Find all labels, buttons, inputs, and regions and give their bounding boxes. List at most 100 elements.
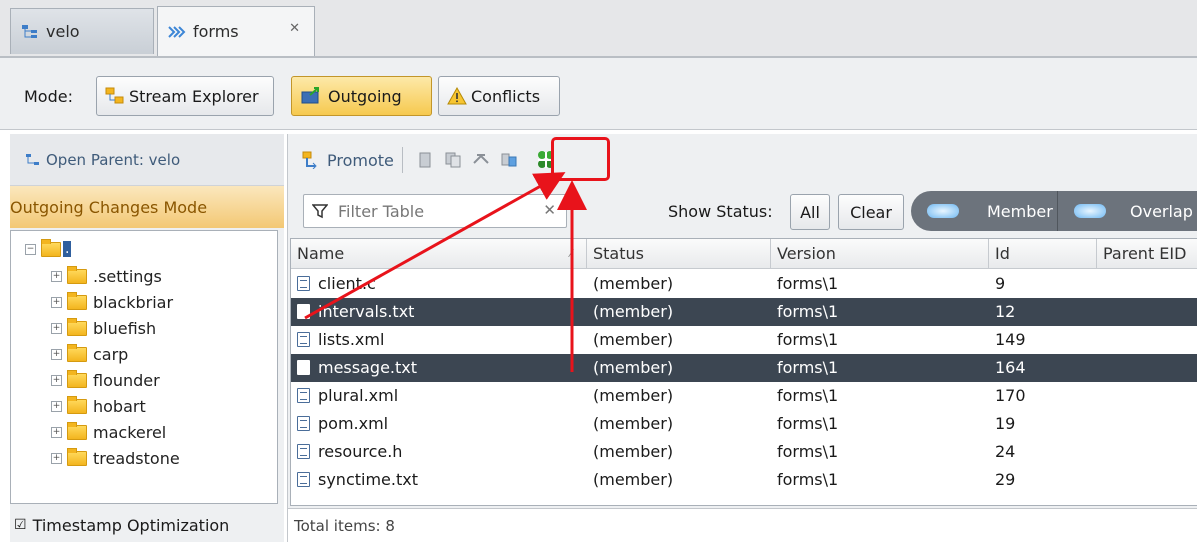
column-header-id[interactable]: Id bbox=[989, 239, 1097, 269]
clear-label: Clear bbox=[850, 202, 892, 222]
filter-placeholder: Filter Table bbox=[338, 201, 425, 221]
open-parent-button[interactable]: Open Parent: velo bbox=[10, 134, 284, 186]
folder-icon bbox=[67, 422, 87, 440]
cell-text: forms\1 bbox=[777, 358, 839, 377]
overlap-toggle[interactable]: Overlap bbox=[1058, 191, 1197, 231]
checkbox-icon[interactable]: ☑ bbox=[14, 517, 27, 533]
promote-button[interactable]: Promote bbox=[302, 151, 394, 170]
cell-name: message.txt bbox=[291, 354, 587, 382]
tree-root[interactable]: − . bbox=[25, 238, 72, 257]
cell-text: 29 bbox=[995, 470, 1016, 489]
cell-text: intervals.txt bbox=[318, 302, 415, 321]
cell-text: client.c bbox=[318, 274, 376, 293]
tree-item-carp[interactable]: + carp bbox=[51, 344, 128, 364]
column-header-name[interactable]: Name ⁄ bbox=[291, 239, 587, 269]
cell-status: (member) bbox=[587, 270, 771, 298]
collapse-icon[interactable]: − bbox=[25, 243, 36, 255]
expand-icon[interactable]: + bbox=[51, 297, 62, 308]
toolbar: Promote bbox=[288, 134, 1197, 186]
column-header-parent-eid[interactable]: Parent EID bbox=[1097, 239, 1197, 269]
tree-item-mackerel[interactable]: + mackerel bbox=[51, 422, 166, 442]
file-icon bbox=[297, 360, 310, 375]
tree-item-hobart[interactable]: + hobart bbox=[51, 396, 146, 416]
tree-item-settings[interactable]: + .settings bbox=[51, 266, 162, 286]
clear-filter-icon[interactable]: ✕ bbox=[543, 201, 556, 219]
expand-icon[interactable]: + bbox=[51, 453, 62, 464]
file-icon bbox=[297, 472, 310, 487]
table-row[interactable]: message.txt (member) forms\1 164 bbox=[291, 354, 1197, 382]
tree-item-label: hobart bbox=[93, 397, 146, 416]
cell-name: synctime.txt bbox=[291, 466, 587, 494]
all-button[interactable]: All bbox=[790, 194, 830, 230]
table-row[interactable]: resource.h (member) forms\1 24 bbox=[291, 438, 1197, 466]
expand-icon[interactable]: + bbox=[51, 323, 62, 334]
mode-label: Mode: bbox=[24, 87, 73, 106]
tab-forms[interactable]: forms ✕ bbox=[157, 6, 315, 56]
close-icon[interactable]: ✕ bbox=[289, 21, 300, 36]
table-row[interactable]: plural.xml (member) forms\1 170 bbox=[291, 382, 1197, 410]
status-toggle-group: Member Overlap bbox=[911, 191, 1197, 231]
cell-text: (member) bbox=[593, 470, 674, 489]
cell-text: 164 bbox=[995, 358, 1026, 377]
table-row[interactable]: client.c (member) forms\1 9 bbox=[291, 270, 1197, 298]
cell-text: plural.xml bbox=[318, 386, 399, 405]
outgoing-button[interactable]: Outgoing bbox=[291, 76, 432, 116]
cell-text: 24 bbox=[995, 442, 1016, 461]
diff-icon[interactable] bbox=[500, 151, 518, 169]
total-items-label: Total items: 8 bbox=[294, 516, 395, 535]
cell-text: (member) bbox=[593, 274, 674, 293]
expand-icon[interactable]: + bbox=[51, 349, 62, 360]
filter-input[interactable]: Filter Table ✕ bbox=[303, 194, 567, 228]
stream-explorer-button[interactable]: Stream Explorer bbox=[96, 76, 274, 116]
tree-item-bluefish[interactable]: + bluefish bbox=[51, 318, 156, 338]
clear-button[interactable]: Clear bbox=[838, 194, 904, 230]
tab-forms-label: forms bbox=[193, 22, 239, 41]
file-icon bbox=[297, 416, 310, 431]
expand-icon[interactable]: + bbox=[51, 427, 62, 438]
table-row[interactable]: intervals.txt (member) forms\1 12 bbox=[291, 298, 1197, 326]
tab-velo[interactable]: velo bbox=[10, 8, 154, 54]
toolbar-separator bbox=[401, 147, 403, 173]
tree-item-treadstone[interactable]: + treadstone bbox=[51, 448, 180, 468]
cell-status: (member) bbox=[587, 298, 771, 326]
tree-item-flounder[interactable]: + flounder bbox=[51, 370, 160, 390]
tree-item-blackbriar[interactable]: + blackbriar bbox=[51, 292, 173, 312]
promote-icon bbox=[302, 151, 317, 169]
member-label: Member bbox=[987, 201, 1053, 221]
workspace-icon bbox=[168, 25, 186, 38]
outgoing-label: Outgoing bbox=[328, 86, 402, 106]
left-pane: Open Parent: velo Outgoing Changes Mode … bbox=[10, 134, 284, 542]
table-row[interactable]: synctime.txt (member) forms\1 29 bbox=[291, 466, 1197, 494]
folder-icon bbox=[67, 396, 87, 414]
conflicts-button[interactable]: Conflicts bbox=[438, 76, 560, 116]
expand-icon[interactable]: + bbox=[51, 401, 62, 412]
table-row[interactable]: pom.xml (member) forms\1 19 bbox=[291, 410, 1197, 438]
folder-tree: − . + .settings + blackbriar + bluefish … bbox=[10, 230, 278, 504]
cell-id: 164 bbox=[989, 354, 1097, 382]
root-folder-icon bbox=[41, 238, 61, 257]
expand-icon[interactable]: + bbox=[51, 375, 62, 386]
sort-icon: ⁄ bbox=[570, 247, 572, 260]
document-icon[interactable] bbox=[416, 151, 434, 169]
history-icon[interactable] bbox=[472, 151, 490, 169]
cell-id: 29 bbox=[989, 466, 1097, 494]
file-icon bbox=[297, 304, 310, 319]
column-header-version[interactable]: Version bbox=[771, 239, 989, 269]
right-pane: Promote Filter Table ✕ Show Status: All … bbox=[287, 134, 1197, 542]
tree-item-label: treadstone bbox=[93, 449, 180, 468]
table-row[interactable]: lists.xml (member) forms\1 149 bbox=[291, 326, 1197, 354]
copy-icon[interactable] bbox=[444, 151, 462, 169]
timestamp-optimization-toggle[interactable]: ☑ Timestamp Optimization bbox=[10, 508, 284, 542]
cell-text: pom.xml bbox=[318, 414, 389, 433]
file-table: Name ⁄ Status Version Id Parent EID clie… bbox=[290, 238, 1197, 506]
expand-icon[interactable]: + bbox=[51, 271, 62, 282]
timestamp-optimization-label: Timestamp Optimization bbox=[32, 515, 230, 535]
filter-bar: Filter Table ✕ Show Status: All Clear Me… bbox=[288, 186, 1197, 236]
column-header-status[interactable]: Status bbox=[587, 239, 771, 269]
column-header-label: Parent EID bbox=[1103, 244, 1187, 263]
parent-stream-icon bbox=[26, 153, 39, 165]
column-header-label: Version bbox=[777, 244, 836, 263]
toggle-indicator-icon bbox=[1074, 204, 1106, 218]
member-toggle[interactable]: Member bbox=[911, 191, 1058, 231]
cell-status: (member) bbox=[587, 382, 771, 410]
